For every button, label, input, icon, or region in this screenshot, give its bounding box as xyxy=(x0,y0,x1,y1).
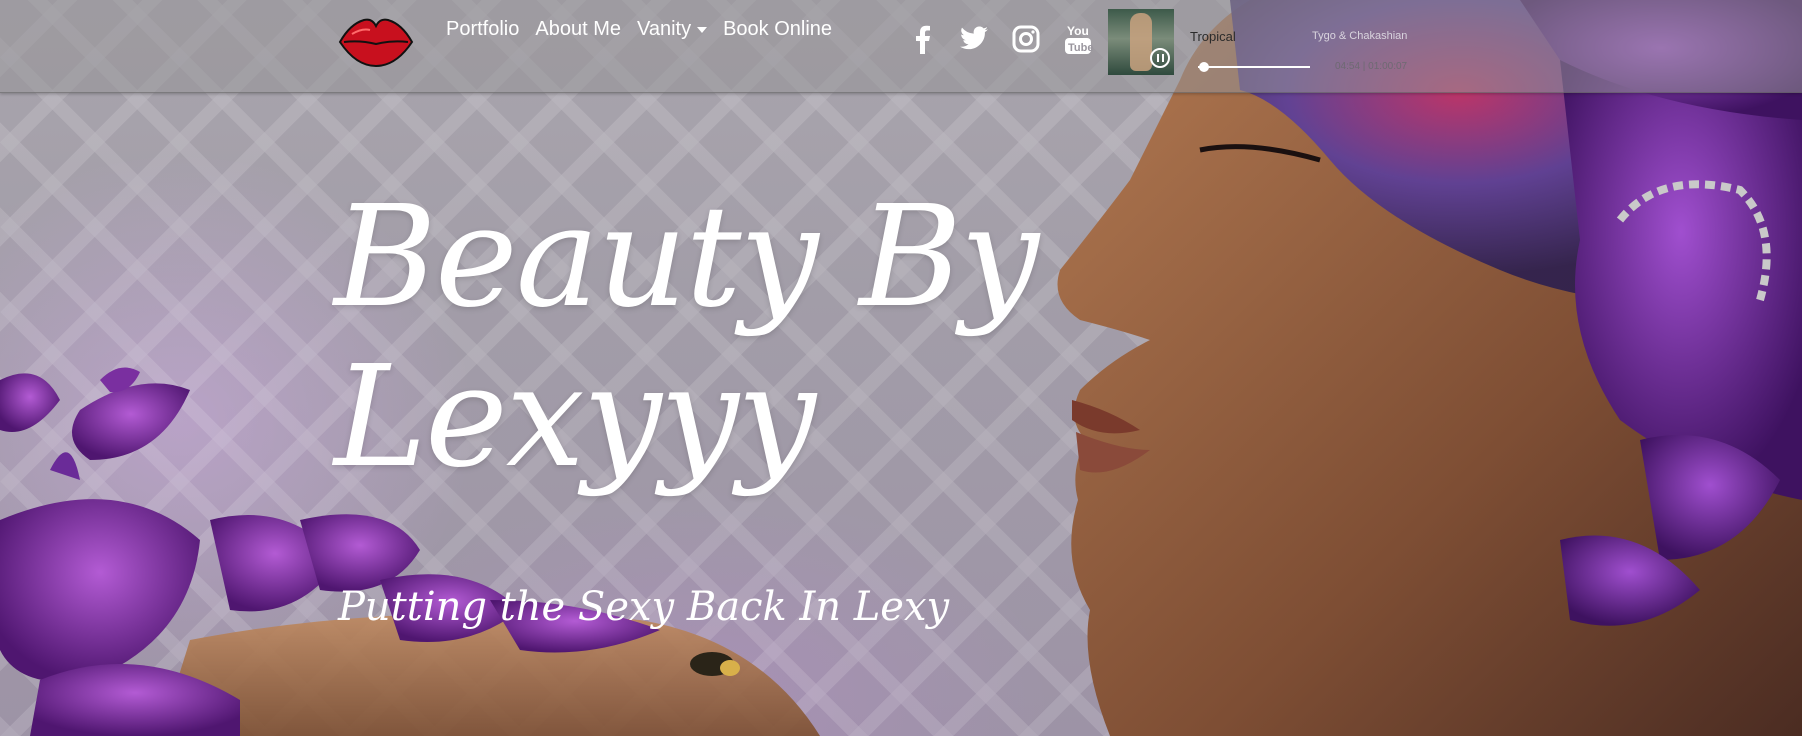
caret-down-icon xyxy=(697,26,708,33)
twitter-icon[interactable] xyxy=(957,22,991,56)
nav-about-me[interactable]: About Me xyxy=(527,16,629,42)
nav-vanity-label: Vanity xyxy=(636,18,692,40)
seek-thumb[interactable] xyxy=(1198,62,1209,72)
top-navbar: Portfolio About Me Vanity Book Online Yo… xyxy=(0,0,1802,93)
nav-portfolio[interactable]: Portfolio xyxy=(438,16,527,42)
svg-text:Tube: Tube xyxy=(1068,42,1093,54)
lips-logo[interactable] xyxy=(336,12,416,72)
youtube-icon[interactable]: You Tube xyxy=(1061,22,1095,56)
album-cover-image xyxy=(1108,9,1174,75)
hero-subtitle: Putting the Sexy Back In Lexy xyxy=(338,584,950,630)
facebook-icon[interactable] xyxy=(905,22,939,56)
nav-vanity-dropdown[interactable]: Vanity xyxy=(629,16,715,42)
svg-text:You: You xyxy=(1067,24,1089,38)
seek-bar[interactable] xyxy=(1198,66,1310,68)
instagram-icon[interactable] xyxy=(1009,22,1043,56)
hero-title: Beauty By Lexyyy xyxy=(334,176,1039,499)
nav-book-online[interactable]: Book Online xyxy=(715,16,840,42)
music-player: Tropical Tygo & Chakashian 04:54 | 01:00… xyxy=(1108,9,1438,77)
social-links: You Tube xyxy=(905,22,1095,56)
album-figure xyxy=(1130,13,1152,71)
track-time: 04:54 | 01:00:07 xyxy=(1335,61,1408,72)
pause-button[interactable] xyxy=(1150,48,1170,68)
track-title: Tropical xyxy=(1190,29,1236,44)
main-nav: Portfolio About Me Vanity Book Online xyxy=(438,16,840,42)
track-artist: Tygo & Chakashian xyxy=(1312,30,1408,42)
